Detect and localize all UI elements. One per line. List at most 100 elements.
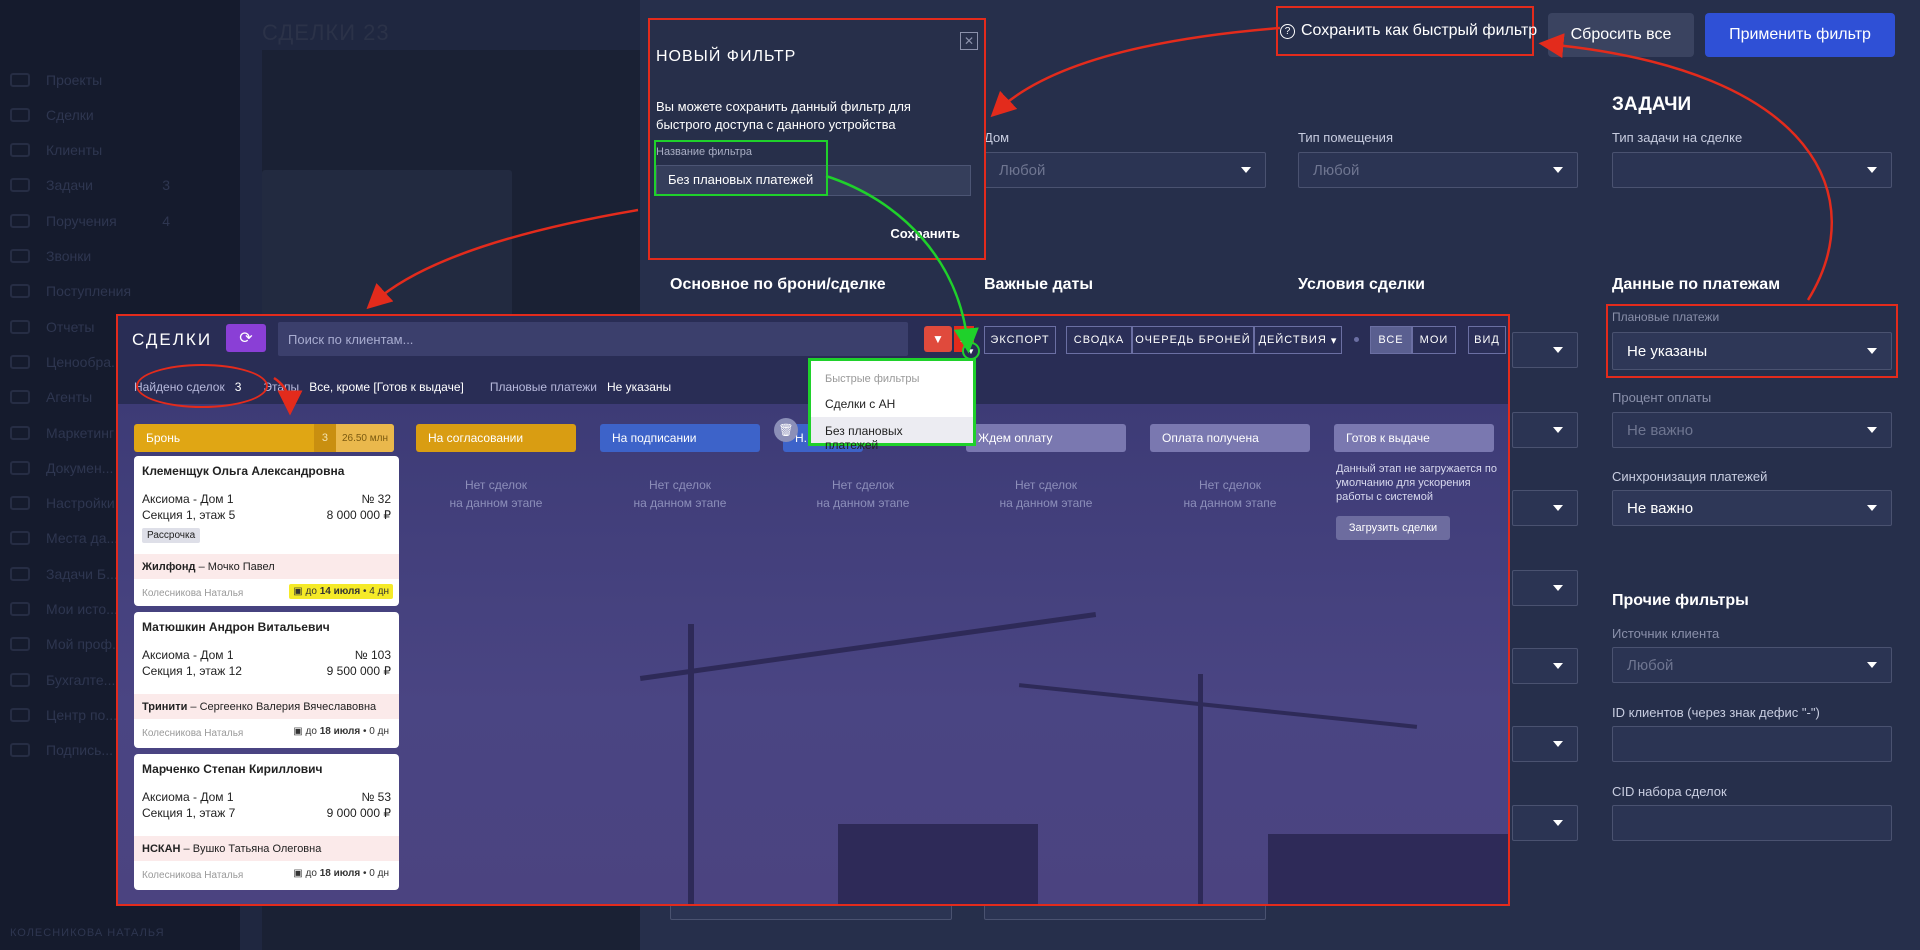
reset-all-button[interactable]: Сбросить все: [1548, 13, 1694, 57]
terms-select-2[interactable]: [1512, 412, 1578, 448]
chevron-down-icon: [1867, 167, 1877, 173]
planned-payments-label: Плановые платежи: [1612, 310, 1720, 324]
chevron-down-icon: [1553, 347, 1563, 353]
deal-card[interactable]: Клеменщук Ольга Александровна Аксиома - …: [134, 456, 399, 606]
terms-select-3[interactable]: [1512, 490, 1578, 526]
refresh-icon[interactable]: ⟳: [226, 324, 266, 352]
menu-icon: [10, 566, 30, 581]
sidebar-item[interactable]: Проекты: [0, 62, 240, 97]
sync-select[interactable]: Не важно: [1612, 490, 1892, 526]
menu-icon: [10, 637, 30, 652]
export-button[interactable]: ЭКСПОРТ: [984, 326, 1056, 354]
trash-icon[interactable]: 🗑: [774, 418, 798, 442]
room-type-select[interactable]: Любой: [1298, 152, 1578, 188]
task-type-select[interactable]: [1612, 152, 1892, 188]
house: Аксиома - Дом 1: [142, 492, 234, 506]
percent-select[interactable]: Не важно: [1612, 412, 1892, 448]
due-date: ▣ до 18 июля • 0 дн: [293, 726, 389, 737]
house-select[interactable]: Любой: [984, 152, 1266, 188]
terms-select-4[interactable]: [1512, 570, 1578, 606]
sidebar-item-count: 3: [162, 177, 170, 194]
menu-icon: [10, 319, 30, 334]
view-button[interactable]: ВИД: [1468, 326, 1506, 354]
summary-button[interactable]: СВОДКА: [1066, 326, 1132, 354]
chevron-down-icon: [1867, 348, 1877, 354]
chevron-down-icon: [1553, 427, 1563, 433]
chevron-down-icon: [1553, 505, 1563, 511]
all-button[interactable]: ВСЕ: [1370, 326, 1412, 354]
sidebar-item[interactable]: Звонки: [0, 239, 240, 274]
chevron-down-icon: [1867, 662, 1877, 668]
menu-icon: [10, 143, 30, 158]
booking-queue-button[interactable]: ОЧЕРЕДЬ БРОНЕЙ: [1132, 326, 1254, 354]
quick-filter-agencies[interactable]: Сделки с АН: [825, 397, 895, 411]
bg-deal-card: [262, 170, 512, 320]
calendar-icon: ▣: [293, 726, 303, 737]
manager-name: Колесникова Наталья: [142, 588, 244, 599]
client-name: Матюшкин Андрон Витальевич: [142, 620, 330, 634]
menu-icon: [10, 390, 30, 405]
section-floor: Секция 1, этаж 12: [142, 664, 242, 678]
terms-select-7[interactable]: [1512, 805, 1578, 841]
menu-icon: [10, 72, 30, 87]
room-type-label: Тип помещения: [1298, 130, 1393, 145]
installment-tag: Рассрочка: [142, 528, 201, 543]
menu-icon: [10, 531, 30, 546]
modal-save-button[interactable]: Сохранить: [890, 226, 960, 241]
agency-row: Жилфонд – Мочко Павел: [134, 554, 399, 579]
no-deals-text: Нет сделок на данном этапе: [633, 478, 727, 510]
terms-select-6[interactable]: [1512, 726, 1578, 762]
separator-dot: [1354, 337, 1359, 342]
stage-awaiting-payment[interactable]: Ждем оплату: [966, 424, 1126, 452]
calendar-icon: ▣: [293, 586, 303, 597]
sidebar-item[interactable]: Поручения 4: [0, 203, 240, 238]
stage-payment-received[interactable]: Оплата получена: [1150, 424, 1310, 452]
sidebar-item-label: Бухгалте...: [46, 671, 116, 688]
task-type-label: Тип задачи на сделке: [1612, 130, 1743, 145]
sidebar-item[interactable]: Задачи 3: [0, 168, 240, 203]
menu-icon: [10, 460, 30, 475]
cid-input[interactable]: [1612, 805, 1892, 841]
load-deals-button[interactable]: Загрузить сделки: [1336, 516, 1450, 540]
planned-payments-select[interactable]: Не указаны: [1612, 332, 1892, 370]
sidebar-item-label: Поступления: [46, 283, 132, 300]
stage-booking[interactable]: Бронь 3 26.50 млн: [134, 424, 394, 452]
stages-label: Этапы: [263, 380, 300, 394]
apply-filter-button[interactable]: Применить фильтр: [1705, 13, 1895, 57]
deal-card[interactable]: Матюшкин Андрон Витальевич Аксиома - Дом…: [134, 612, 399, 748]
chevron-down-icon: [1553, 167, 1563, 173]
sidebar-item-label: Задачи Б...: [46, 565, 118, 582]
agency-row: Тринити – Сергеенко Валерия Вячеславовна: [134, 694, 399, 719]
planned-value: Не указаны: [606, 380, 672, 394]
save-quick-filter-button[interactable]: ? Сохранить как быстрый фильтр: [1280, 22, 1537, 40]
menu-icon: [10, 672, 30, 687]
sidebar-item-label: Сделки: [46, 106, 94, 123]
terms-select-5[interactable]: [1512, 648, 1578, 684]
filter-icon[interactable]: ▼: [924, 326, 952, 352]
section-floor: Секция 1, этаж 7: [142, 806, 236, 820]
sidebar-item[interactable]: Клиенты: [0, 133, 240, 168]
mine-button[interactable]: МОИ: [1412, 326, 1456, 354]
actions-button[interactable]: ДЕЙСТВИЯ ▾: [1254, 326, 1342, 354]
client-ids-input[interactable]: [1612, 726, 1892, 762]
sidebar-item-label: Клиенты: [46, 142, 103, 159]
quick-filter-no-planned[interactable]: Без плановых платежей: [811, 417, 973, 452]
stage-approval[interactable]: На согласовании: [416, 424, 576, 452]
deal-card[interactable]: Марченко Степан Кириллович Аксиома - Дом…: [134, 754, 399, 890]
client-search-input[interactable]: Поиск по клиентам...: [278, 322, 908, 356]
stage-ready[interactable]: Готов к выдаче: [1334, 424, 1494, 452]
house: Аксиома - Дом 1: [142, 790, 234, 804]
sidebar-item-label: Настройки: [46, 495, 115, 512]
close-icon[interactable]: ✕: [960, 32, 978, 50]
stage-signing[interactable]: На подписании: [600, 424, 760, 452]
sidebar-item[interactable]: Поступления: [0, 274, 240, 309]
manager-name: Колесникова Наталья: [142, 728, 244, 739]
sidebar-item-label: Центр по...: [46, 706, 117, 723]
bg-page-title: СДЕЛКИ 23: [262, 20, 390, 45]
sidebar-item[interactable]: Сделки: [0, 97, 240, 132]
sidebar-user[interactable]: КОЛЕСНИКОВА НАТАЛЬЯ: [10, 927, 165, 939]
menu-icon: [10, 178, 30, 193]
unit-number: № 103: [354, 648, 391, 662]
source-select[interactable]: Любой: [1612, 647, 1892, 683]
terms-select-1[interactable]: [1512, 332, 1578, 368]
